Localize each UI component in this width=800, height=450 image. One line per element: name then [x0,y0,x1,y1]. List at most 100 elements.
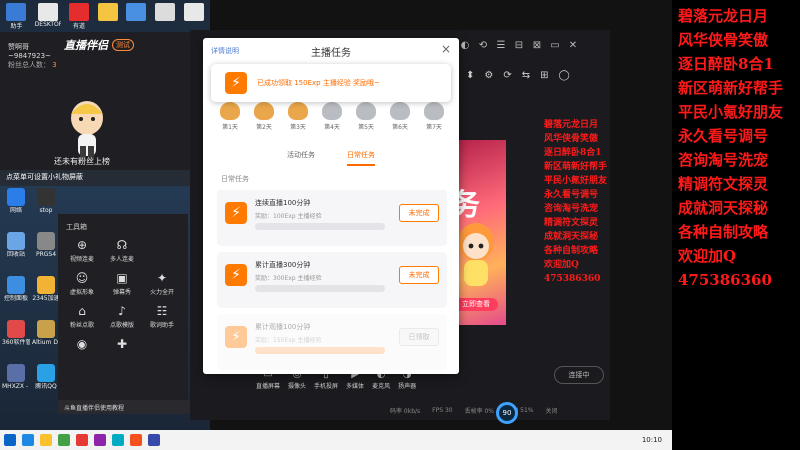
tool-icon: ☷ [156,304,168,318]
desktop-shortcut[interactable] [97,3,118,29]
taskbar-app-icon[interactable] [94,434,106,446]
ad-text-line-small: 风华侠骨笑傲 [544,134,599,144]
toolbox-grid: ⊕ 视频连麦 ☊ 多人连麦 ☺ 虚拟形象 ▣ 弹幕秀 ✦ 火力全开 ⌂ 粉丝点歌 ♪ 点歌模版 ☷ 歌词助手 ◉… [58,238,188,353]
source-label: 麦克风 [372,383,391,390]
desktop-shortcut[interactable]: 有道 [69,3,90,30]
mascot-caption: 还未有粉丝上榜 [54,157,110,166]
tool-item[interactable]: ⊕ 视频连麦 [62,238,102,263]
checkin-day: 第4天 [319,102,345,131]
task-reward: 奖励：150Exp 主播经验 [255,337,322,344]
tool-label: 粉丝点歌 [69,322,94,329]
ad-text-line: 永久看号调号 [678,127,769,145]
studio-tool-icon[interactable]: ⟳ [503,70,511,90]
tool-item[interactable]: ✦ 火力全开 [142,271,182,296]
desktop-shortcut[interactable] [126,3,147,29]
studio-tool-icon[interactable]: ⇆ [522,70,530,90]
lightning-icon: ⚡ [225,326,247,348]
desktop-shortcut-label: Altium Design [32,339,60,346]
window-control-icon[interactable]: ✕ [568,40,578,51]
desktop-icon-row: 360软件管家Altium Design [2,318,60,362]
tool-label: 火力全开 [149,289,174,296]
tool-item[interactable]: ♪ 点歌模版 [102,304,142,329]
desktop-shortcut[interactable]: 腾讯QQ [32,362,60,406]
taskbar-app-icon[interactable] [148,434,160,446]
taskbar-app-icon[interactable] [130,434,142,446]
taskbar-app-icon[interactable] [40,434,52,446]
window-control-icon[interactable]: ☰ [496,40,506,51]
checkin-day-label: 第1天 [222,124,238,131]
desktop-shortcut[interactable] [155,3,176,29]
desktop-shortcut[interactable]: 回收站 [2,230,30,274]
desktop-shortcut-label: DESKTOP [34,21,61,28]
streamer-task-dialog: 详情说明 主播任务 × ⚡ 已成功领取 150Exp 主播经验 奖励哦~ 第1天… [203,38,459,374]
gift-shield-tip[interactable]: 点菜单可设置小礼物屏蔽 [0,170,190,186]
overlay-ad-text: 碧落元龙日月 风华侠骨笑傲 逐日醉卧8合1 新区萌新好帮手 平民小氪好朋友 永久看号调号咨… [672,0,800,450]
desktop-shortcut[interactable] [183,3,204,29]
desktop-shortcut[interactable]: MHXZX - 快捷方式 [2,362,30,406]
desktop-shortcut[interactable]: 控制面板 [2,274,30,318]
window-control-icon[interactable]: ⟲ [478,40,488,51]
ad-text-line: 成就洞天探秘 [678,199,769,217]
desktop-shortcut[interactable]: 助手 [6,3,27,30]
tool-item[interactable]: ◉ [62,337,102,353]
desktop-shortcut[interactable]: stop [32,186,60,230]
window-control-icon[interactable]: ◐ [460,40,470,51]
window-control-icon[interactable]: ⊟ [514,40,524,51]
trophy-icon [288,102,308,120]
desktop-icon-row: MHXZX - 快捷方式腾讯QQ [2,362,60,406]
window-control-icon[interactable]: ⊠ [532,40,542,51]
taskbar-app-icon[interactable] [58,434,70,446]
trophy-icon [254,102,274,120]
trophy-icon [356,102,376,120]
reward-toast: ⚡ 已成功领取 150Exp 主播经验 奖励哦~ [211,64,451,102]
taskbar-app-icon[interactable] [112,434,124,446]
app-icon [37,3,58,21]
studio-titlebar: ◐ ⟲ ☰ ⊟ ⊠ ▭ ✕ [460,34,610,56]
ad-text-line: 精调符文探灵 [678,175,769,193]
window-control-icon[interactable]: ▭ [550,40,560,51]
tab-activity[interactable]: 活动任务 [287,150,315,166]
trophy-icon [322,102,342,120]
fans-count-label: 粉丝总人数： [8,61,50,69]
tutorial-link[interactable]: 斗鱼直播伴侣使用教程 [58,400,208,414]
desktop-shortcut[interactable]: Altium Design [32,318,60,362]
taskbar-clock: 10:10 [641,436,662,444]
taskbar-app-icon[interactable] [76,434,88,446]
tool-item[interactable] [142,337,182,353]
desktop-shortcut[interactable]: PRGS4 [32,230,60,274]
tool-item[interactable]: ✚ [102,337,142,353]
studio-tool-icon[interactable]: ◯ [559,70,570,90]
desktop-shortcut[interactable]: DESKTOP [35,3,61,29]
ad-text-line: 逐日醉卧8合1 [678,55,774,73]
studio-tool-icon[interactable]: ⊞ [540,70,548,90]
task-row: ⚡ 累计观播100分钟 奖励：150Exp 主播经验 已领取 [217,314,447,370]
fans-count-row: 粉丝总人数： 3 [0,58,190,72]
desktop-top-icons: 助手 DESKTOP 有道 [0,0,210,32]
overlay-ad-text-small: 碧落元龙日月 风华侠骨笑傲 逐日醉卧8合1 新区萌新好帮手 平民小氪好朋友 永久看号调号咨… [544,118,616,286]
trophy-icon [390,102,410,120]
desktop-shortcut[interactable]: 网络 [2,186,30,230]
task-action-button[interactable]: 已领取 [399,328,439,346]
tab-daily[interactable]: 日常任务 [347,150,375,166]
task-action-button[interactable]: 未完成 [399,204,439,222]
tool-item[interactable]: ☊ 多人连麦 [102,238,142,263]
desktop-shortcut[interactable]: 2345加速 [32,274,60,318]
tool-item[interactable]: ☺ 虚拟形象 [62,271,102,296]
desktop-shortcut-label: 2345加速 [32,295,60,302]
taskbar-app-icon[interactable] [22,434,34,446]
task-action-button[interactable]: 未完成 [399,266,439,284]
tool-item[interactable] [142,238,182,263]
desktop-shortcut[interactable]: 360软件管家 [2,318,30,362]
tool-item[interactable]: ▣ 弹幕秀 [102,271,142,296]
tool-icon: ✦ [156,271,168,285]
preview-view-button[interactable]: 立即查看 [454,298,498,311]
close-icon[interactable]: × [441,42,451,56]
tool-item[interactable]: ☷ 歌词助手 [142,304,182,329]
go-live-button[interactable]: 连接中 [554,366,604,384]
windows-start-icon[interactable] [4,434,16,446]
studio-tool-icon[interactable]: ⚙ [484,70,493,90]
studio-tool-icon[interactable]: ⬍ [466,70,474,90]
tool-item[interactable]: ⌂ 粉丝点歌 [62,304,102,329]
task-reward: 奖励：100Exp 主播经验 [255,213,322,220]
app-icon [7,232,25,250]
